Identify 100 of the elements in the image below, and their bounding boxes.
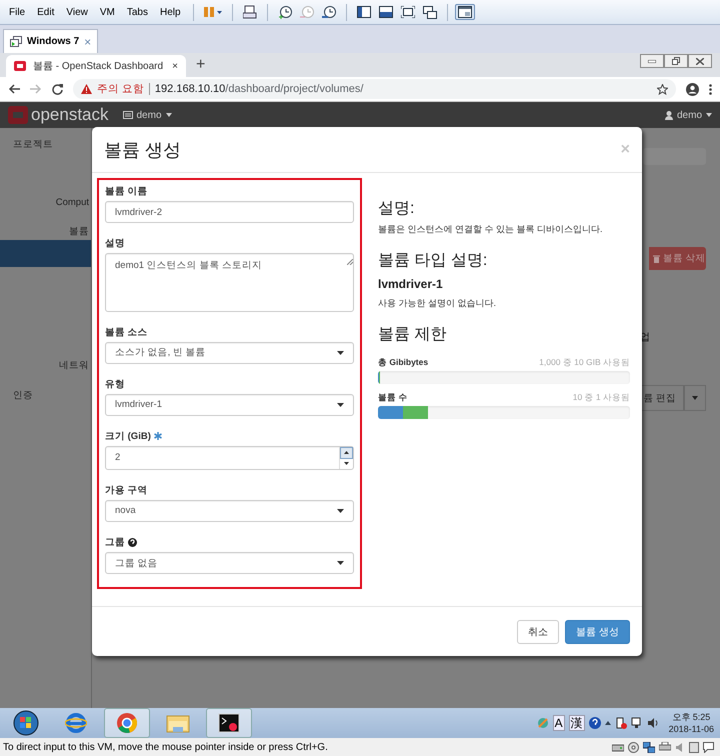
status-text: To direct input to this VM, move the mouse pointer inside or press Ctrl+G. bbox=[3, 742, 329, 752]
menu-item[interactable]: Tabs bbox=[122, 4, 153, 20]
caret-icon bbox=[337, 508, 344, 513]
clock[interactable]: 오후 5:25 2018-11-06 bbox=[668, 711, 714, 735]
network-adapter-icon[interactable] bbox=[643, 742, 655, 752]
help-icon[interactable] bbox=[128, 538, 137, 547]
sidebar-item[interactable]: 네트워 bbox=[0, 359, 91, 373]
field-label: 볼륨 이름 bbox=[105, 185, 148, 198]
caret-icon bbox=[692, 396, 698, 400]
address-bar[interactable]: 주의 요함 192.168.10.10/dashboard/project/volumes/ bbox=[73, 79, 676, 99]
chrome-icon bbox=[116, 712, 138, 734]
create-button[interactable]: 볼륨 생성 bbox=[565, 620, 630, 644]
filter-field[interactable] bbox=[643, 148, 706, 165]
cd-drive-icon[interactable] bbox=[628, 742, 639, 752]
console-view-icon[interactable] bbox=[378, 6, 393, 18]
limit-label: 총 Gibibytes bbox=[378, 357, 428, 369]
sidebar-item[interactable]: 인증 bbox=[0, 389, 91, 403]
new-tab-button[interactable]: + bbox=[196, 56, 206, 74]
sidebar-item[interactable]: Comput bbox=[0, 196, 91, 210]
restore-button[interactable] bbox=[664, 54, 688, 68]
start-orb-icon bbox=[13, 710, 39, 736]
caret-icon bbox=[337, 561, 344, 566]
select-field[interactable]: nova bbox=[105, 500, 354, 522]
number-field[interactable]: 2 bbox=[105, 446, 354, 470]
openstack-logo-icon bbox=[14, 61, 26, 71]
more-actions-button[interactable] bbox=[684, 385, 706, 411]
network-icon[interactable] bbox=[630, 717, 643, 729]
user-icon bbox=[664, 110, 673, 120]
url-text: 192.168.10.10/dashboard/project/volumes/ bbox=[154, 83, 364, 95]
spin-up-icon[interactable] bbox=[344, 451, 349, 454]
section-heading: 설명: bbox=[378, 199, 416, 219]
restore-icon bbox=[672, 57, 680, 65]
select-field[interactable]: 소스가 없음, 빈 볼륨 bbox=[105, 342, 354, 364]
close-button[interactable]: × bbox=[84, 34, 92, 48]
tab-close-button[interactable]: × bbox=[172, 60, 178, 72]
ime-mode-button[interactable]: 漢 bbox=[568, 715, 585, 731]
project-dropdown[interactable]: demo bbox=[122, 110, 172, 120]
menu-item[interactable]: View bbox=[61, 4, 93, 20]
menu-item[interactable]: VM bbox=[94, 4, 120, 20]
user-dropdown[interactable]: demo bbox=[664, 110, 712, 120]
send-keys-icon[interactable] bbox=[242, 5, 257, 19]
browser-tab[interactable]: 볼륨 - OpenStack Dashboard × bbox=[6, 55, 186, 77]
pause-icon[interactable] bbox=[204, 6, 222, 18]
field-label: 설명 bbox=[105, 237, 125, 250]
vm-tab[interactable]: Windows 7 × bbox=[3, 29, 98, 53]
edit-volume-button[interactable]: 륨 편집 bbox=[640, 385, 684, 411]
description-text: 사용 가능한 설명이 없습니다. bbox=[378, 297, 498, 310]
section-heading: 볼륨 제한 bbox=[378, 325, 448, 345]
browser-e-icon bbox=[65, 712, 87, 734]
menu-item[interactable]: Help bbox=[154, 4, 186, 20]
snapshot-manager-icon[interactable] bbox=[322, 5, 336, 19]
limit-reading: 1,000 중 10 GIB 사용됨 bbox=[539, 357, 630, 369]
more-menu-icon[interactable] bbox=[709, 84, 712, 94]
limit-reading: 10 중 1 사용됨 bbox=[572, 392, 630, 404]
reload-icon[interactable] bbox=[52, 84, 63, 94]
spin-down-icon[interactable] bbox=[344, 462, 349, 466]
dialog-title: 볼륨 생성 bbox=[104, 138, 182, 162]
account-icon[interactable] bbox=[686, 82, 699, 96]
sidebar-item[interactable]: 볼륨 bbox=[0, 225, 91, 239]
usb-device-icon[interactable] bbox=[689, 742, 699, 752]
cancel-button[interactable]: 취소 bbox=[517, 620, 560, 644]
volume-icon[interactable] bbox=[646, 717, 659, 729]
back-icon[interactable] bbox=[8, 84, 20, 94]
menu-item[interactable]: Edit bbox=[32, 4, 60, 20]
window-view-icon[interactable] bbox=[458, 6, 472, 18]
logo-text[interactable]: openstack bbox=[31, 105, 108, 125]
select-field[interactable]: 그룹 없음 bbox=[105, 552, 354, 574]
taskbar-app[interactable] bbox=[206, 708, 252, 738]
select-field[interactable]: lvmdriver-1 bbox=[105, 394, 354, 416]
text-field[interactable]: lvmdriver-2 bbox=[105, 201, 354, 224]
fullscreen-icon[interactable] bbox=[400, 6, 415, 18]
volume-type-name: lvmdriver-1 bbox=[378, 277, 444, 291]
caret-icon bbox=[337, 350, 344, 355]
ime-mode-button[interactable]: A bbox=[552, 715, 565, 731]
minimize-icon bbox=[648, 60, 656, 62]
chevron-icon[interactable] bbox=[604, 721, 611, 725]
caret-icon bbox=[166, 113, 172, 117]
project-list-icon bbox=[122, 111, 132, 119]
description-text: 볼륨은 인스턴스에 연결할 수 있는 블록 디바이스입니다. bbox=[378, 223, 604, 236]
resize-grip-icon bbox=[347, 259, 353, 266]
field-label: 크기 (GiB) bbox=[105, 430, 151, 443]
vm-icon bbox=[10, 36, 22, 48]
limit-label: 볼륨 수 bbox=[378, 392, 408, 404]
section-heading: 볼륨 타입 설명: bbox=[378, 251, 488, 271]
snapshot-icon[interactable] bbox=[278, 5, 292, 19]
text-area[interactable]: demo1 인스턴스의 블록 스토리지 bbox=[105, 253, 354, 312]
terminal-icon bbox=[218, 713, 240, 733]
sidebar-view-icon[interactable] bbox=[356, 6, 371, 18]
printer-icon[interactable] bbox=[659, 742, 671, 752]
close-window-button[interactable] bbox=[688, 54, 712, 68]
bookmark-star-icon[interactable] bbox=[657, 84, 668, 94]
menu-item[interactable]: File bbox=[4, 4, 30, 20]
minimize-button[interactable] bbox=[640, 54, 664, 68]
warning-icon bbox=[81, 84, 92, 94]
message-icon[interactable] bbox=[703, 742, 714, 752]
caret-icon bbox=[706, 113, 712, 117]
security-label: 주의 요함 bbox=[97, 82, 144, 96]
help-icon[interactable] bbox=[588, 717, 601, 729]
sidebar-item[interactable]: 프로젝트 bbox=[0, 138, 91, 152]
close-icon bbox=[696, 58, 704, 64]
